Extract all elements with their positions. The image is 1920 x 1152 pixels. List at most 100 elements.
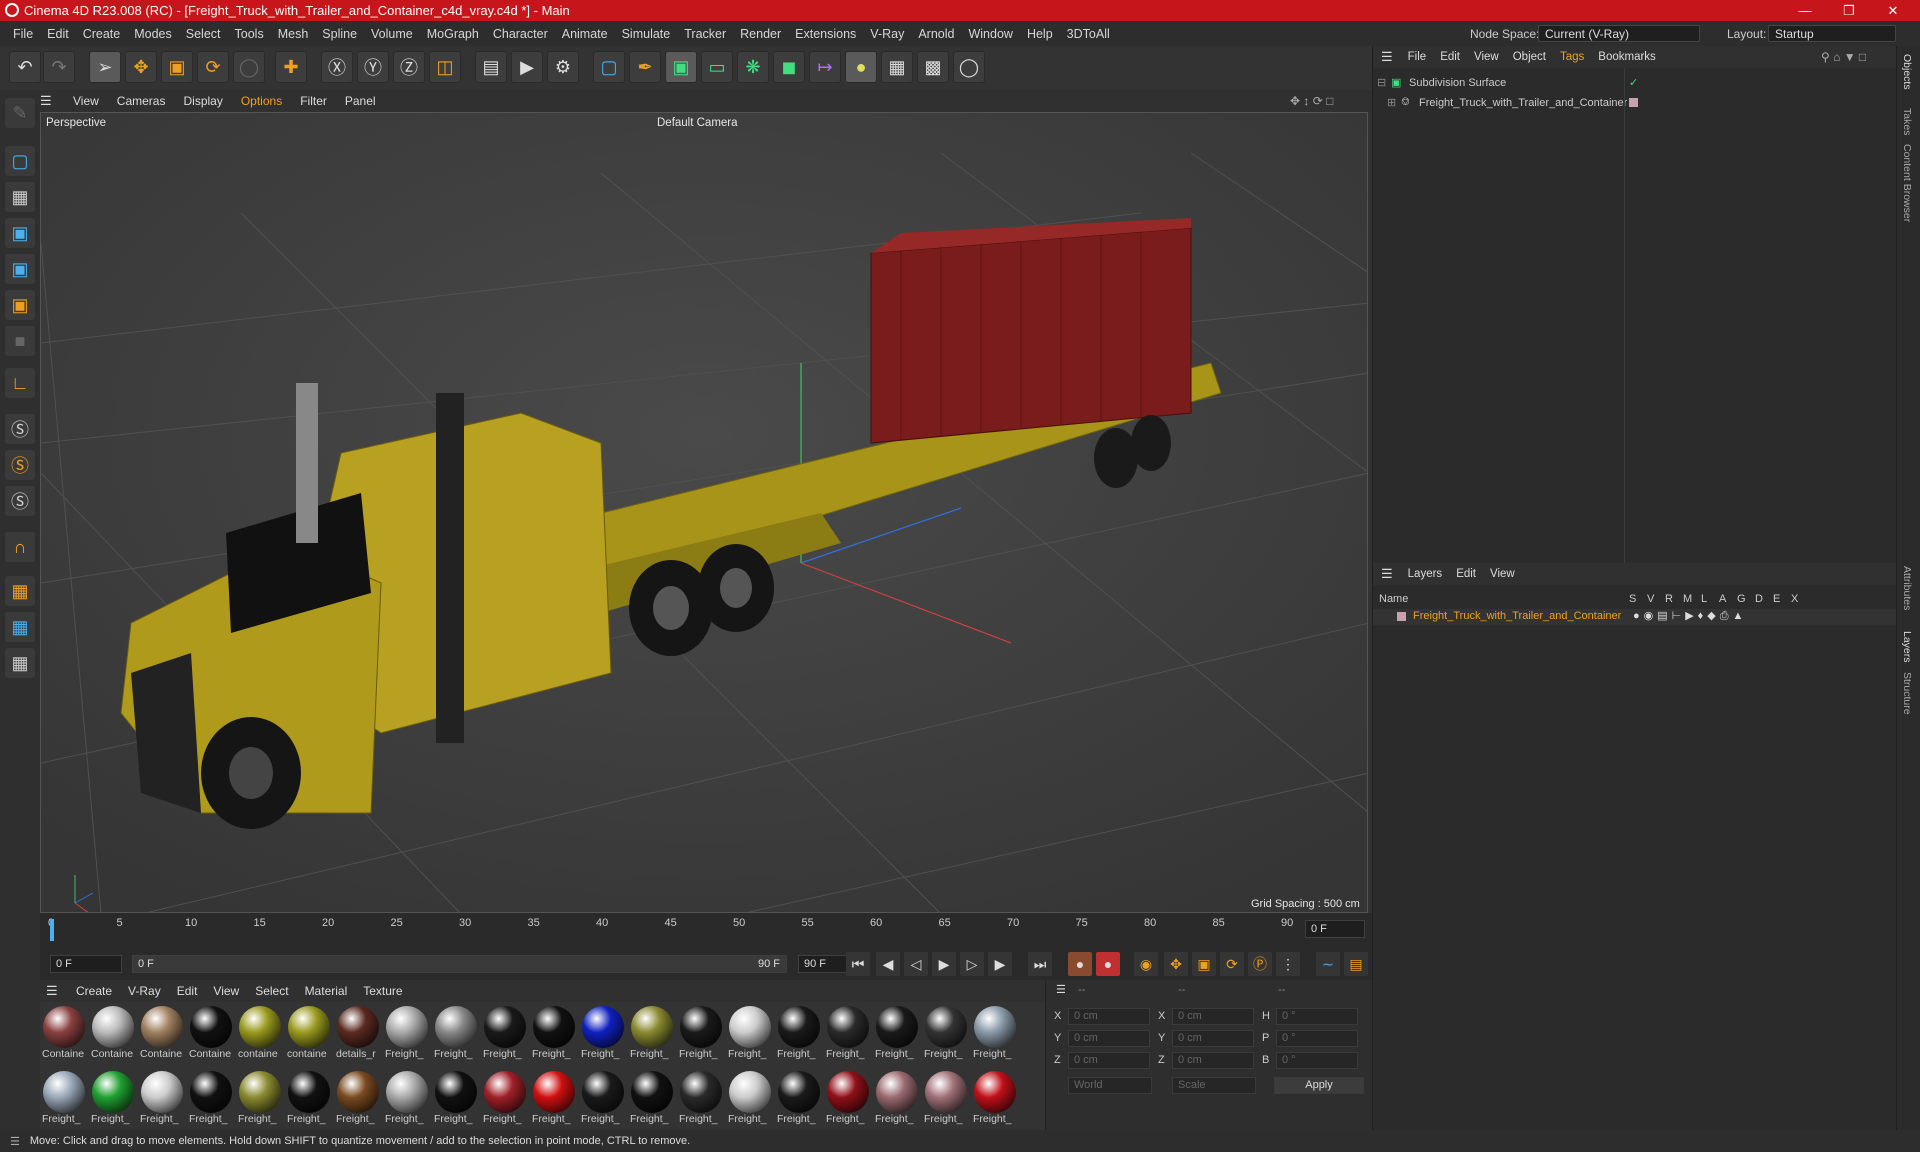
recent-tools-icon[interactable]: ◯ <box>233 51 265 83</box>
material-swatch[interactable]: details_r <box>336 1006 380 1066</box>
go-to-end-icon[interactable]: ⏭ <box>1028 952 1052 976</box>
world-dropdown[interactable]: World <box>1068 1077 1152 1094</box>
tab-structure[interactable]: Structure <box>1901 672 1913 715</box>
layer-menu-layers[interactable]: Layers <box>1401 568 1450 580</box>
camera-name[interactable]: Default Camera <box>657 117 738 129</box>
menu-tools[interactable]: Tools <box>228 27 271 41</box>
key-scale-icon[interactable]: ▣ <box>1192 952 1216 976</box>
mat-menu-edit[interactable]: Edit <box>169 984 206 998</box>
cloner-icon[interactable]: ❋ <box>737 51 769 83</box>
material-swatch[interactable]: Containe <box>189 1006 233 1066</box>
material-swatch[interactable]: Freight_ <box>630 1006 674 1066</box>
menu-mesh[interactable]: Mesh <box>271 27 316 41</box>
material-swatch[interactable]: containe <box>238 1006 282 1066</box>
material-swatch[interactable]: Freight_ <box>581 1006 625 1066</box>
object-manager-tools-icons[interactable]: ⚲ ⌂ ▼ □ <box>1821 50 1866 64</box>
material-swatch[interactable]: Freight_ <box>336 1071 380 1131</box>
material-swatch[interactable]: Containe <box>42 1006 86 1066</box>
render-picture-viewer-icon[interactable]: ▶ <box>511 51 543 83</box>
viewport-menu-options[interactable]: Options <box>232 94 291 108</box>
mat-menu-material[interactable]: Material <box>297 984 356 998</box>
grid-snap-icon[interactable]: ▦ <box>5 612 35 642</box>
position-y-field[interactable]: 0 cm <box>1068 1030 1150 1047</box>
undo-icon[interactable]: ↶ <box>9 51 41 83</box>
material-swatch[interactable]: Freight_ <box>875 1006 919 1066</box>
key-settings-icon[interactable]: ◉ <box>1134 952 1158 976</box>
rotation-h-field[interactable]: 0 ° <box>1276 1008 1358 1025</box>
material-swatch[interactable]: Freight_ <box>189 1071 233 1131</box>
material-swatch[interactable]: Freight_ <box>973 1006 1017 1066</box>
start-frame-field[interactable]: 0 F <box>50 955 122 973</box>
material-swatch[interactable]: Freight_ <box>777 1006 821 1066</box>
make-editable-icon[interactable]: ✎ <box>5 98 35 128</box>
timeline-ruler[interactable]: 051015202530354045505560657075808590 0 F <box>40 913 1372 950</box>
locked-workplane-icon[interactable]: ▦ <box>5 648 35 678</box>
minimize-icon[interactable]: — <box>1782 0 1828 21</box>
menu-window[interactable]: Window <box>961 27 1019 41</box>
y-axis-lock-icon[interactable]: Ⓨ <box>357 51 389 83</box>
record-keys-icon[interactable]: ● <box>1068 952 1092 976</box>
material-swatch[interactable]: Freight_ <box>875 1071 919 1131</box>
menu-tracker[interactable]: Tracker <box>677 27 733 41</box>
viewport-menu-panel[interactable]: Panel <box>336 94 385 108</box>
obj-menu-object[interactable]: Object <box>1506 51 1553 63</box>
menu-help[interactable]: Help <box>1020 27 1060 41</box>
uv-mode-icon[interactable]: ■ <box>5 326 35 356</box>
axis-mode-icon[interactable]: ∟ <box>5 368 35 398</box>
menu-create[interactable]: Create <box>76 27 128 41</box>
mat-menu-texture[interactable]: Texture <box>355 984 410 998</box>
selection-tool-icon[interactable]: ➢ <box>89 51 121 83</box>
rotation-p-field[interactable]: 0 ° <box>1276 1030 1358 1047</box>
tab-attributes[interactable]: Attributes <box>1901 566 1913 610</box>
autokey-icon[interactable]: ● <box>1096 952 1120 976</box>
material-swatch[interactable]: Freight_ <box>973 1071 1017 1131</box>
world-coordinates-icon[interactable]: ◫ <box>429 51 461 83</box>
viewport-menu-cameras[interactable]: Cameras <box>108 94 175 108</box>
material-swatch[interactable]: Freight_ <box>287 1071 331 1131</box>
material-swatch[interactable]: Freight_ <box>777 1071 821 1131</box>
move-tool-icon[interactable]: ✥ <box>125 51 157 83</box>
key-rotation-icon[interactable]: ⟳ <box>1220 952 1244 976</box>
material-swatch[interactable]: Freight_ <box>679 1006 723 1066</box>
material-swatch[interactable]: Containe <box>91 1006 135 1066</box>
mat-menu-select[interactable]: Select <box>247 984 296 998</box>
pen-spline-icon[interactable]: ✒ <box>629 51 661 83</box>
position-z-field[interactable]: 0 cm <box>1068 1052 1150 1069</box>
rotation-b-field[interactable]: 0 ° <box>1276 1052 1358 1069</box>
material-swatch[interactable]: containe <box>287 1006 331 1066</box>
status-menu-icon[interactable]: ☰ <box>0 1135 30 1148</box>
material-swatch[interactable]: Freight_ <box>826 1071 870 1131</box>
tab-takes[interactable]: Takes <box>1901 108 1913 135</box>
enabled-check-icon[interactable]: ✓ <box>1629 76 1638 89</box>
light-icon[interactable]: ◯ <box>953 51 985 83</box>
menu-character[interactable]: Character <box>486 27 555 41</box>
rotate-tool-icon[interactable]: ⟳ <box>197 51 229 83</box>
texture-mode-icon[interactable]: ▦ <box>5 182 35 212</box>
workplane-icon[interactable]: ▦ <box>5 576 35 606</box>
z-axis-lock-icon[interactable]: Ⓩ <box>393 51 425 83</box>
menu-edit[interactable]: Edit <box>40 27 76 41</box>
layer-row[interactable]: Freight_Truck_with_Trailer_and_Container… <box>1373 609 1897 625</box>
material-swatch[interactable]: Freight_ <box>581 1071 625 1131</box>
snap-s-white-icon[interactable]: Ⓢ <box>5 486 35 516</box>
menu-mograph[interactable]: MoGraph <box>420 27 486 41</box>
menu-extensions[interactable]: Extensions <box>788 27 863 41</box>
material-swatch[interactable]: Freight_ <box>924 1071 968 1131</box>
obj-menu-tags[interactable]: Tags <box>1553 51 1591 63</box>
layer-menu-edit[interactable]: Edit <box>1449 568 1483 580</box>
menu-vray[interactable]: V-Ray <box>863 27 911 41</box>
edges-mode-icon[interactable]: ▣ <box>5 254 35 284</box>
menu-modes[interactable]: Modes <box>127 27 179 41</box>
menu-animate[interactable]: Animate <box>555 27 615 41</box>
size-x-field[interactable]: 0 cm <box>1172 1008 1254 1025</box>
subdivision-surface-icon[interactable]: ▣ <box>665 51 697 83</box>
dope-sheet-icon[interactable]: ▤ <box>1344 952 1368 976</box>
menu-spline[interactable]: Spline <box>315 27 364 41</box>
viewport-nav-icons[interactable]: ✥ ↕ ⟳ □ <box>1290 94 1333 108</box>
next-frame-icon[interactable]: ▷ <box>960 952 984 976</box>
viewport-menu-display[interactable]: Display <box>174 94 231 108</box>
size-y-field[interactable]: 0 cm <box>1172 1030 1254 1047</box>
material-swatch[interactable]: Freight_ <box>679 1071 723 1131</box>
position-x-field[interactable]: 0 cm <box>1068 1008 1150 1025</box>
obj-menu-bookmarks[interactable]: Bookmarks <box>1591 51 1663 63</box>
